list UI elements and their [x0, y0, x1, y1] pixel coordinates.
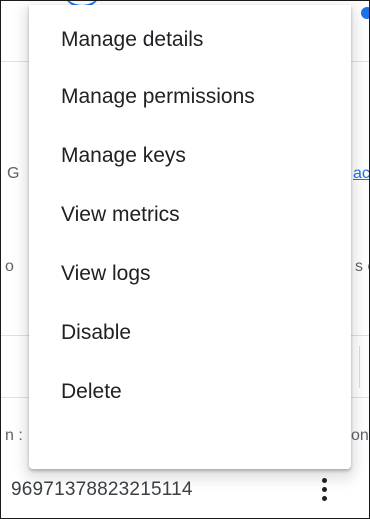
- background-text-fragment: G: [7, 165, 20, 182]
- background-text-fragment: on: [351, 427, 369, 444]
- menu-item-manage-details[interactable]: Manage details: [29, 13, 351, 67]
- menu-list: Manage details Manage permissions Manage…: [29, 28, 351, 421]
- kebab-dot: [321, 495, 327, 501]
- menu-item-disable[interactable]: Disable: [29, 303, 351, 362]
- menu-item-manage-keys[interactable]: Manage keys: [29, 126, 351, 185]
- menu-item-view-metrics[interactable]: View metrics: [29, 185, 351, 244]
- row-id-value: 96971378823215114: [11, 479, 193, 500]
- header-accent-dot: [361, 7, 369, 19]
- more-vert-icon[interactable]: [317, 471, 331, 507]
- menu-item-delete[interactable]: Delete: [29, 362, 351, 421]
- menu-item-view-logs[interactable]: View logs: [29, 244, 351, 303]
- row-actions-menu: Manage details Manage permissions Manage…: [29, 5, 351, 469]
- background-text-fragment: o: [5, 258, 14, 275]
- kebab-dot: [321, 486, 327, 492]
- app-viewport: G o n : ac s e on 96971378823215114 Mana…: [0, 0, 370, 519]
- background-text-fragment: n :: [5, 427, 23, 444]
- background-link-fragment[interactable]: ac: [353, 165, 369, 183]
- menu-item-manage-permissions[interactable]: Manage permissions: [29, 67, 351, 126]
- column-divider: [359, 346, 360, 388]
- background-text-fragment: s e: [355, 258, 369, 275]
- kebab-dot: [321, 477, 327, 483]
